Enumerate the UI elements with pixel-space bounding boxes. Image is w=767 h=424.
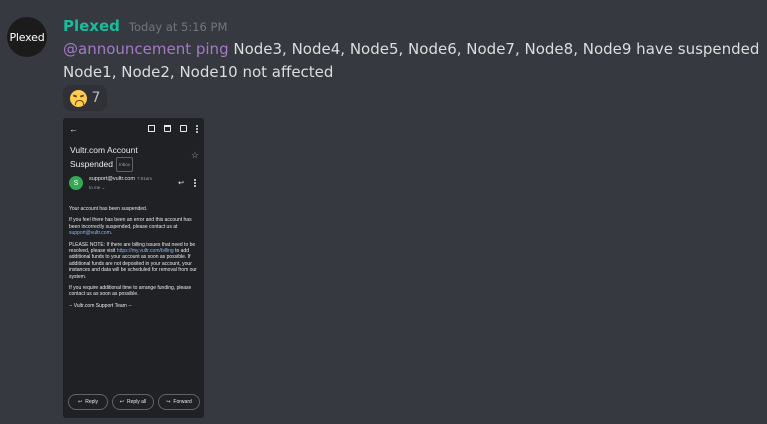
sender-avatar: S [69, 176, 83, 190]
mail-icon [180, 125, 187, 132]
reply-all-label: Reply all [127, 399, 147, 405]
forward-button: ↪ Forward [158, 394, 200, 410]
avatar-text: Plexed [9, 30, 45, 44]
forward-label: Forward [173, 399, 192, 405]
back-arrow-icon: ← [69, 124, 78, 134]
body-paragraph-5: -- Vultr.com Support Team -- [69, 302, 132, 309]
forward-icon: ↪ [166, 399, 171, 405]
sender-address: support@vultr.com [89, 176, 135, 182]
username[interactable]: Plexed [63, 17, 120, 35]
message-line-1: @announcement ping Node3, Node4, Node5, … [63, 39, 759, 59]
reply-label: Reply [85, 399, 98, 405]
email-body: Your account has been suspended. If you … [69, 206, 199, 314]
trash-icon [164, 125, 171, 132]
body-paragraph-1: Your account has been suspended. [69, 206, 148, 212]
archive-icon [148, 125, 155, 132]
more-vert-icon [194, 179, 196, 187]
body-text: If you feel there has been an error and … [69, 217, 192, 230]
message-header: Plexed Today at 5:16 PM [63, 17, 227, 37]
reply-all-button: ↩ Reply all [112, 394, 154, 410]
email-toolbar: ← [63, 124, 204, 136]
reaction-count: 7 [91, 90, 101, 106]
sent-time: 7:01am [136, 176, 152, 181]
body-paragraph-2: If you feel there has been an error and … [69, 217, 199, 236]
body-text: . [110, 230, 113, 237]
email-screenshot-attachment[interactable]: ← Vultr.com Account Suspended Inbox ☆ S s… [63, 118, 204, 418]
tired-face-icon [69, 89, 87, 107]
star-icon: ☆ [190, 150, 199, 160]
reply-icon: ↩ [78, 399, 83, 405]
body-paragraph-4: If you require additional time to arrang… [69, 285, 192, 298]
recipient: to me [89, 185, 101, 190]
reply-icon: ↩ [178, 180, 184, 187]
sender-row: S support@vultr.com 7:01am to me ⌄ ↩ [69, 176, 200, 194]
timestamp: Today at 5:16 PM [128, 20, 228, 34]
reaction-button[interactable]: 7 [63, 85, 107, 111]
email-actions: ↩ Reply ↩ Reply all ↪ Forward [68, 394, 200, 410]
recipient-line: to me ⌄ [89, 185, 106, 190]
user-avatar[interactable]: Plexed [7, 17, 47, 57]
support-email-link: support@vultr.com [69, 230, 111, 237]
body-paragraph-3: PLEASE NOTE: If there are billing issues… [69, 242, 199, 280]
message-text-1: Node3, Node4, Node5, Node6, Node7, Node8… [228, 40, 760, 58]
role-mention[interactable]: @announcement ping [63, 40, 229, 58]
billing-link: https://my.vultr.com/billing [116, 248, 174, 255]
reply-button: ↩ Reply [68, 394, 108, 410]
reply-all-icon: ↩ [119, 399, 124, 405]
email-subject: Vultr.com Account Suspended Inbox [70, 144, 180, 172]
more-vert-icon [196, 125, 198, 133]
inbox-label: Inbox [116, 157, 134, 172]
message-line-2: Node1, Node2, Node10 not affected [63, 63, 334, 81]
sender-address-line: support@vultr.com 7:01am [89, 176, 152, 182]
